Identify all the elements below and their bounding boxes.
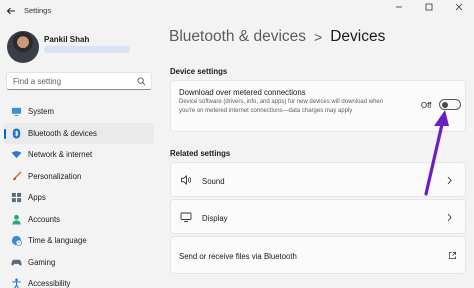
sidebar-item-bluetooth-devices[interactable]: Bluetooth & devices — [4, 122, 154, 144]
search-icon — [137, 77, 146, 86]
sidebar-item-label: Network & internet — [28, 150, 93, 160]
back-button[interactable] — [4, 4, 18, 18]
annotation-arrow — [424, 110, 449, 196]
redacted-email — [44, 46, 130, 53]
sidebar-nav: System Bluetooth & devices Network & int… — [4, 101, 154, 288]
minimize-icon — [396, 6, 402, 8]
brush-icon — [11, 171, 22, 182]
close-icon — [455, 3, 463, 11]
accessibility-icon — [11, 278, 22, 288]
speaker-icon — [181, 175, 191, 185]
search-input[interactable]: Find a setting — [13, 77, 61, 86]
related-settings-heading: Related settings — [170, 149, 231, 158]
row-label: Sound — [202, 177, 225, 186]
title-bar: Settings — [0, 0, 474, 22]
user-profile[interactable]: Pankil Shah — [4, 28, 154, 64]
sidebar-item-apps[interactable]: Apps — [4, 187, 154, 209]
sidebar-item-accounts[interactable]: Accounts — [4, 209, 154, 231]
sidebar-item-label: Accounts — [28, 214, 61, 224]
search-box[interactable]: Find a setting — [6, 72, 152, 90]
monitor-icon — [11, 106, 22, 117]
person-icon — [11, 214, 22, 225]
device-settings-heading: Device settings — [170, 67, 228, 76]
breadcrumb: Bluetooth & devices > Devices — [169, 28, 385, 46]
sidebar-item-label: Bluetooth & devices — [28, 128, 97, 138]
sidebar-item-network-internet[interactable]: Network & internet — [4, 144, 154, 166]
globe-clock-icon — [11, 235, 22, 247]
avatar — [7, 31, 39, 63]
row-label: Display — [202, 214, 228, 223]
page-title: Devices — [330, 28, 386, 45]
sidebar-item-label: Gaming — [28, 257, 56, 267]
sidebar-item-gaming[interactable]: Gaming — [4, 252, 154, 274]
app-title: Settings — [24, 6, 52, 15]
sidebar-item-accessibility[interactable]: Accessibility — [4, 273, 154, 288]
metered-download-description: Device software (drivers, info, and apps… — [179, 99, 384, 114]
apps-icon — [11, 192, 22, 203]
breadcrumb-separator: > — [314, 29, 323, 45]
sidebar-item-label: Personalization — [28, 171, 82, 181]
minimize-button[interactable] — [384, 0, 414, 14]
sidebar-item-time-language[interactable]: Time & language — [4, 230, 154, 252]
chevron-right-icon — [447, 213, 452, 222]
display-row[interactable]: Display — [170, 199, 466, 234]
sidebar-item-label: Accessibility — [28, 279, 71, 288]
sidebar-item-label: Apps — [28, 193, 46, 203]
row-label: Send or receive files via Bluetooth — [179, 252, 297, 261]
maximize-button[interactable] — [414, 0, 444, 14]
metered-download-title: Download over metered connections — [179, 88, 306, 97]
wifi-icon — [11, 149, 22, 160]
display-icon — [180, 212, 192, 222]
breadcrumb-parent-link[interactable]: Bluetooth & devices — [169, 28, 306, 46]
sidebar-item-personalization[interactable]: Personalization — [4, 166, 154, 188]
bluetooth-icon — [11, 128, 22, 139]
send-receive-bluetooth-row[interactable]: Send or receive files via Bluetooth — [170, 236, 466, 274]
external-link-icon — [448, 251, 457, 260]
gamepad-icon — [11, 257, 22, 268]
sidebar-item-label: System — [28, 107, 54, 117]
sidebar-item-label: Time & language — [28, 236, 87, 246]
user-name: Pankil Shah — [44, 35, 90, 44]
close-button[interactable] — [444, 0, 474, 14]
maximize-icon — [425, 3, 433, 11]
sidebar-item-system[interactable]: System — [4, 101, 154, 123]
back-arrow-icon — [6, 7, 15, 15]
